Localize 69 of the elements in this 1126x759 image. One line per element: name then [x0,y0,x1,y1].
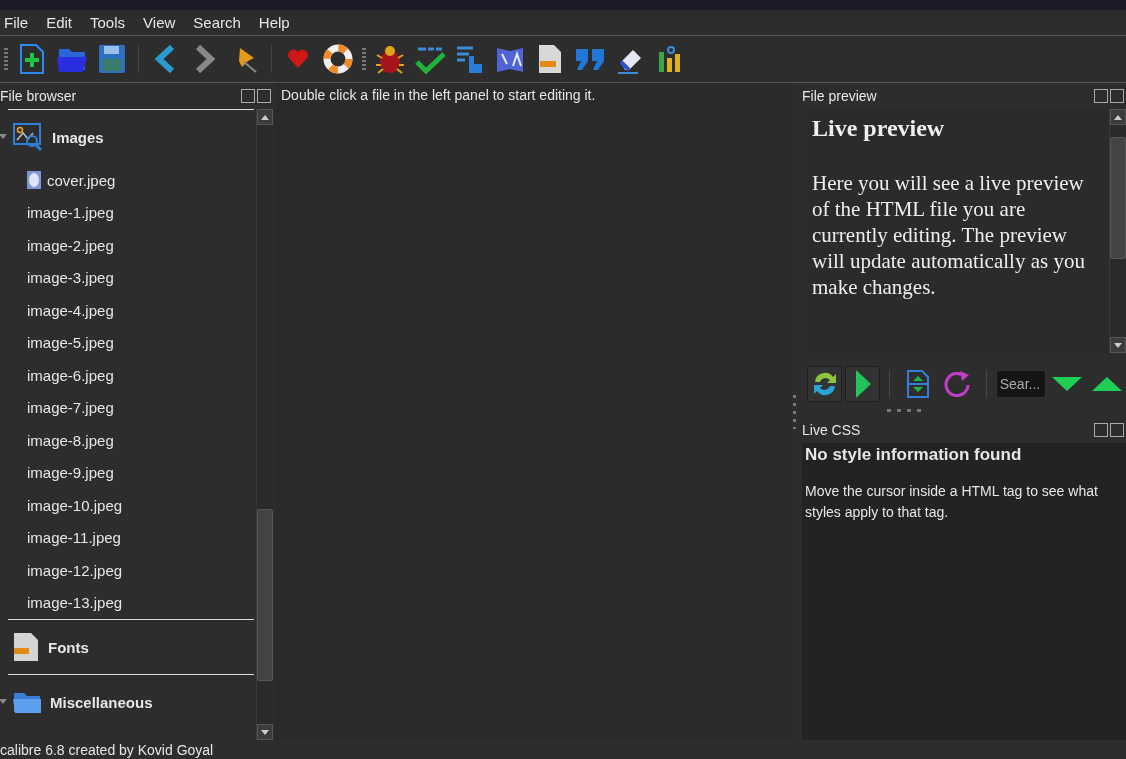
toolbar-grip[interactable] [4,48,8,70]
image-file-icon [27,171,41,190]
menu-item[interactable]: Edit [42,14,78,31]
scrollbar[interactable] [256,109,273,740]
folder-name: Miscellaneous [50,693,153,711]
tree-folder[interactable]: Images [8,110,256,164]
menu-item[interactable]: File [0,14,34,31]
down-triangle-icon [1051,376,1084,392]
menu-item[interactable]: Search [189,14,246,31]
image-search-icon [12,122,44,152]
menu-item[interactable]: Tools [86,14,131,31]
expand-arrow-icon[interactable] [0,699,7,704]
preview-text: Here you will see a live preview of the HTML file you are currently editing. The preview will update automatically as you make changes. [812,170,1086,300]
up-triangle-icon [1091,376,1124,392]
folder-name: Images [52,128,104,146]
scroll-thumb[interactable] [257,508,273,682]
play-icon [853,369,872,399]
font-file-icon [12,632,40,662]
css-text: Move the cursor inside a HTML tag to see what styles apply to that tag. [805,482,1099,522]
image-file-entry[interactable]: image-11.jpeg [27,529,121,547]
close-button[interactable] [1110,89,1124,103]
scroll-up-button[interactable] [257,109,273,125]
image-file-entry[interactable]: image-2.jpeg [27,236,114,254]
image-file-entry[interactable]: image-1.jpeg [27,204,114,222]
up-arrow-icon [261,114,269,120]
scroll-down-button[interactable] [1110,337,1126,353]
folder-name: Fonts [48,638,89,656]
image-file-entry[interactable]: image-12.jpeg [27,561,123,579]
close-button[interactable] [1110,423,1124,437]
preview-heading: Live preview [812,115,946,142]
float-button[interactable] [241,89,255,103]
css-heading: No style information found [805,445,1023,465]
splitter-handle[interactable] [887,409,921,412]
up-arrow-icon [1114,114,1122,120]
splitter-handle[interactable] [792,394,796,429]
image-file-entry[interactable]: image-8.jpeg [27,431,114,449]
folder-icon [12,690,42,714]
panel-title: File preview [802,88,877,104]
image-file-entry[interactable]: image-5.jpeg [27,334,114,352]
float-button[interactable] [1094,423,1108,437]
editor-message: Double click a file in the left panel to start editing it. [281,87,597,103]
float-button[interactable] [1094,89,1108,103]
scroll-thumb[interactable] [1110,137,1126,259]
menu-item[interactable]: Help [254,14,295,31]
image-file-entry[interactable]: image-6.jpeg [27,366,114,384]
expand-arrow-icon[interactable] [0,134,7,139]
scrollbar[interactable] [1109,109,1126,353]
image-file-entry[interactable]: image-10.jpeg [27,496,123,514]
image-file-entry[interactable]: cover.jpeg [47,171,116,189]
image-file-entry[interactable]: image-9.jpeg [27,464,114,482]
image-file-entry[interactable]: image-3.jpeg [27,269,114,287]
menu-item[interactable]: View [139,14,181,31]
down-arrow-icon [1114,342,1122,348]
play-button[interactable] [845,366,881,402]
image-file-entry[interactable]: image-13.jpeg [27,594,123,612]
refresh-button[interactable] [807,366,843,402]
scroll-down-button[interactable] [257,724,273,740]
search-field[interactable]: Sear... [995,370,1046,398]
image-file-entry[interactable]: image-4.jpeg [27,301,114,319]
image-file-entry[interactable]: image-7.jpeg [27,399,114,417]
tree-folder[interactable]: Fonts [8,620,256,674]
panel-title: File browser [0,88,77,104]
status-text: calibre 6.8 created by Kovid Goyal [0,741,214,758]
close-button[interactable] [257,89,271,103]
toolbar-grip[interactable] [362,48,366,70]
down-arrow-icon [261,729,269,735]
panel-title: Live CSS [802,422,861,438]
tree-folder[interactable]: Miscellaneous [8,675,256,729]
scroll-up-button[interactable] [1110,109,1126,125]
